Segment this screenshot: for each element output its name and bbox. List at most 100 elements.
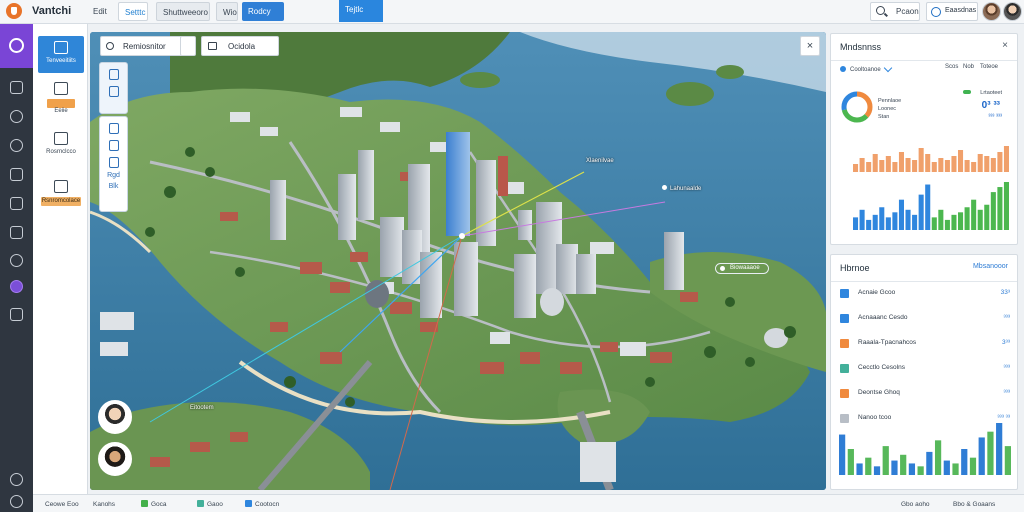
record-icon[interactable]	[10, 280, 23, 293]
chart-bar	[856, 463, 863, 475]
app-logo-icon	[6, 3, 22, 19]
tab-shortcuts[interactable]: Shuttweeoro	[156, 2, 210, 21]
callout-text: Lahunaalde	[670, 186, 702, 192]
chart-bar	[951, 156, 957, 172]
tool-building-grid[interactable]: Tenveeitiits	[38, 36, 84, 73]
chart-bar	[1004, 446, 1011, 475]
chart-bar	[917, 466, 924, 475]
tool-label: Rosrnclcco	[46, 149, 76, 155]
top-bar: Vantchi Edit Setttc Shuttweeoro Wio Rodc…	[0, 0, 1024, 24]
chart-bar	[952, 463, 959, 475]
route-icon[interactable]	[10, 168, 23, 181]
chart-bar	[847, 449, 854, 475]
chart-bar	[977, 154, 983, 172]
chart-bar	[958, 212, 964, 230]
chart-bar	[873, 466, 881, 475]
status-chip[interactable]: Gaoo	[197, 499, 223, 510]
map-callout[interactable]: Lahunaalde	[662, 185, 701, 192]
tab-ready[interactable]: Rodcy	[242, 2, 284, 21]
chart-bar	[997, 187, 1003, 230]
tool-warehouse[interactable]: Rsnromcolace	[38, 180, 84, 210]
home-button[interactable]	[0, 24, 33, 68]
building-icon[interactable]	[10, 197, 23, 210]
status-text: Bbo & Goaans	[953, 501, 996, 508]
map-scene	[90, 32, 826, 490]
map-refresh-button[interactable]	[180, 36, 196, 56]
chart-bar	[912, 214, 918, 230]
search-icon[interactable]	[10, 139, 23, 152]
message-icon[interactable]	[10, 308, 23, 321]
tool-badge	[47, 99, 75, 108]
chart-bar	[1003, 182, 1009, 230]
status-dot-icon	[197, 500, 204, 507]
chart-bar	[934, 440, 942, 475]
settings-icon[interactable]	[10, 473, 23, 486]
chart-bar	[865, 457, 872, 475]
avatar[interactable]	[98, 400, 132, 434]
status-text: Gbo aoho	[901, 501, 930, 508]
marker-icon	[662, 185, 667, 190]
compass-icon[interactable]	[10, 110, 23, 123]
document-stack-icon	[54, 132, 68, 145]
city-map-view[interactable]: Remiosnitor Ocidola × Rgd Blk Xlaenilvae…	[90, 32, 826, 490]
dashboard-icon[interactable]	[10, 81, 23, 94]
map-search-input[interactable]: Remiosnitor	[100, 36, 188, 56]
top-user-button[interactable]: Eaasdnas	[926, 2, 978, 21]
image-icon[interactable]	[10, 226, 23, 239]
chart-bar	[898, 152, 904, 172]
control-label: Rgd	[107, 172, 120, 179]
tab-view[interactable]: Wio	[216, 2, 238, 21]
chart-bar	[961, 449, 968, 475]
avatar[interactable]	[982, 2, 1001, 21]
chart-bar	[987, 431, 994, 475]
chart-bar	[905, 158, 911, 172]
map-close-button[interactable]: ×	[800, 36, 820, 56]
chart-bar	[938, 209, 944, 230]
chart-bar	[971, 162, 977, 172]
top-search-button[interactable]: Pcaon	[870, 2, 920, 21]
chart-bar	[990, 158, 996, 172]
status-chip[interactable]: Cootocn	[245, 499, 279, 510]
chat-icon[interactable]	[10, 254, 23, 267]
chart-bar	[951, 214, 957, 230]
chart-bar	[990, 192, 996, 230]
tool-panel: Tenveeitiits Eeiie Rosrnclcco Rsnromcola…	[33, 24, 88, 494]
list-panel: Hbrnoe Mbsanooor Acnaie Gcoo 33³ Acnaaanc …	[830, 254, 1018, 490]
chart-bar	[891, 460, 898, 475]
tab-active[interactable]: Tejtlc	[339, 0, 383, 22]
chart-bar	[943, 460, 950, 475]
map-pill-label[interactable]: Biowaaaoe	[715, 263, 769, 274]
avatar[interactable]	[98, 442, 132, 476]
chart-bar	[866, 219, 872, 230]
tab-settings[interactable]: Setttc	[118, 2, 148, 21]
map-callout[interactable]: Xlaenilvae	[586, 158, 614, 164]
tab-edit[interactable]: Edit	[87, 2, 115, 21]
left-rail	[0, 24, 33, 512]
map-view-button[interactable]: Ocidola	[201, 36, 279, 56]
map-callout[interactable]: Eitootem	[190, 405, 214, 411]
map-view-label: Ocidola	[228, 42, 256, 51]
chart-bar	[944, 160, 950, 172]
chart-bar	[908, 463, 916, 475]
layer-icon	[108, 69, 119, 80]
chart-bar	[912, 160, 918, 172]
avatar[interactable]	[1003, 2, 1022, 21]
map-view-icon	[208, 42, 217, 50]
chart-bar	[879, 160, 885, 172]
status-chip[interactable]: Goca	[141, 499, 167, 510]
chart-bar	[859, 158, 865, 172]
bar-chart-orange	[853, 146, 1009, 230]
tool-documents[interactable]: Rosrnclcco	[38, 132, 84, 162]
map-view-controls[interactable]: Rgd Blk	[99, 116, 128, 212]
top-user-label: Eaasdnas	[945, 7, 977, 14]
chart-bar	[958, 150, 964, 172]
search-icon	[106, 42, 114, 50]
status-dot-icon	[141, 500, 148, 507]
app-title: Vantchi	[32, 5, 72, 17]
power-icon[interactable]	[10, 495, 23, 508]
tool-label: Tenveeitiits	[46, 58, 76, 64]
chart-bar	[882, 446, 889, 475]
building-grid-icon	[54, 41, 68, 54]
map-layer-controls[interactable]	[99, 62, 128, 114]
tool-layers[interactable]: Eeiie	[38, 82, 84, 118]
